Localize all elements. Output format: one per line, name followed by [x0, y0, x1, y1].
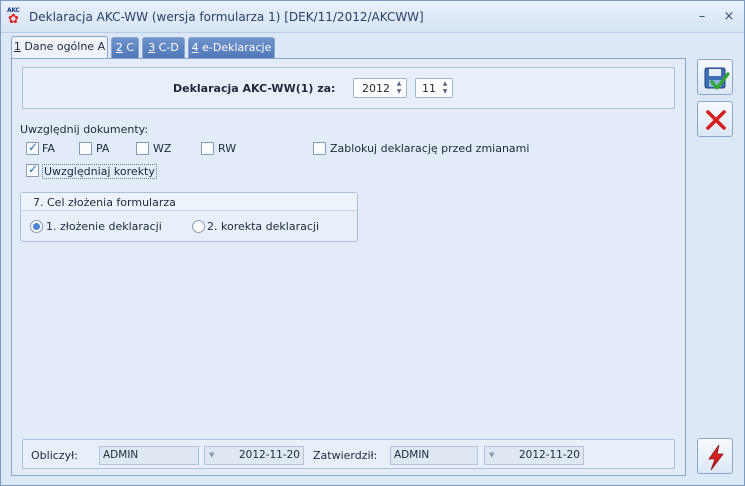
tab-label: Dane ogólne A: [20, 40, 106, 53]
calculated-by-label: Obliczył:: [31, 449, 78, 462]
spin-arrows-icon[interactable]: ▲ ▼: [394, 80, 404, 96]
footer-panel: Obliczył: ADMIN ▼ 2012-11-20 Zatwierdził…: [22, 439, 675, 469]
cancel-icon: [706, 110, 726, 130]
checkbox-wz-label[interactable]: WZ: [153, 142, 171, 155]
title-bar: AKC ✿ Deklaracja AKC-WW (wersja formular…: [1, 1, 744, 33]
checkbox-pa-label[interactable]: PA: [96, 142, 109, 155]
purpose-group-title: 7. Cel złożenia formularza: [33, 196, 176, 209]
checkbox-corrections[interactable]: ✓: [26, 162, 39, 177]
checkbox-rw-label[interactable]: RW: [218, 142, 236, 155]
akc-app-icon: AKC ✿: [6, 7, 24, 27]
calculated-date-value: 2012-11-20: [238, 449, 300, 461]
tab-e-deklaracje[interactable]: 4 e-Deklaracje: [188, 37, 275, 58]
tab-label: C: [122, 41, 135, 54]
check-icon: ✓: [28, 162, 39, 176]
window-title: Deklaracja AKC-WW (wersja formularza 1) …: [29, 10, 424, 24]
month-spinner[interactable]: 11 ▲ ▼: [415, 78, 453, 98]
checkbox-wz[interactable]: [136, 142, 149, 155]
purpose-group: 7. Cel złożenia formularza 1. złożenie d…: [20, 192, 358, 242]
save-button[interactable]: [697, 59, 733, 95]
tab-c[interactable]: 2 C: [111, 37, 139, 58]
year-spinner[interactable]: 2012 ▲ ▼: [353, 78, 407, 98]
approved-by-field: ADMIN: [390, 446, 478, 465]
spin-arrows-icon[interactable]: ▲ ▼: [440, 80, 450, 96]
tab-dane-ogolne-a[interactable]: 1 Dane ogólne A: [11, 36, 108, 59]
check-icon: ✓: [28, 140, 39, 154]
corrections-label[interactable]: Uwzględniaj korekty: [42, 164, 157, 179]
checkbox-fa-label[interactable]: FA: [42, 142, 55, 155]
checkbox-rw[interactable]: [201, 142, 214, 155]
dropdown-arrow-icon: ▼: [209, 451, 215, 459]
checkbox-pa[interactable]: [79, 142, 92, 155]
calculate-button[interactable]: [697, 438, 733, 474]
checkbox-fa[interactable]: ✓: [26, 140, 39, 155]
declaration-period-panel: Deklaracja AKC-WW(1) za: 2012 ▲ ▼ 11 ▲ ▼: [22, 67, 675, 109]
tab-hotkey: 4: [191, 41, 199, 54]
documents-label: Uwzględnij dokumenty:: [20, 123, 149, 136]
close-button[interactable]: ×: [720, 9, 738, 25]
flower-icon: ✿: [8, 12, 19, 27]
tab-label: e-Deklaracje: [198, 41, 272, 54]
approved-by-label: Zatwierdził:: [313, 449, 378, 462]
minimize-button[interactable]: –: [693, 9, 711, 25]
tab-hotkey: 1: [13, 40, 21, 53]
radio-korekta-label[interactable]: 2. korekta deklaracji: [207, 220, 319, 233]
lock-declaration-label[interactable]: Zablokuj deklarację przed zmianami: [330, 142, 529, 155]
purpose-group-header: 7. Cel złożenia formularza: [21, 193, 357, 211]
calculated-date-field: ▼ 2012-11-20: [204, 446, 304, 465]
declaration-period-label: Deklaracja AKC-WW(1) za:: [173, 82, 336, 95]
tab-page-dane-ogolne-a: Deklaracja AKC-WW(1) za: 2012 ▲ ▼ 11 ▲ ▼ U…: [11, 58, 686, 476]
lightning-icon: [708, 444, 724, 471]
cancel-button[interactable]: [697, 101, 733, 137]
radio-zlozenie[interactable]: [30, 220, 43, 233]
tab-label: C-D: [155, 41, 179, 54]
radio-korekta[interactable]: [192, 220, 205, 233]
declaration-window: AKC ✿ Deklaracja AKC-WW (wersja formular…: [0, 0, 745, 486]
year-value: 2012: [362, 82, 390, 95]
tab-c-d[interactable]: 3 C-D: [142, 37, 185, 58]
checkbox-lock-declaration[interactable]: [313, 142, 326, 155]
calculated-by-field: ADMIN: [99, 446, 199, 465]
dropdown-arrow-icon: ▼: [489, 451, 495, 459]
tab-hotkey: 2: [115, 41, 123, 54]
approved-date-value: 2012-11-20: [518, 449, 580, 461]
approved-date-field: ▼ 2012-11-20: [484, 446, 584, 465]
save-icon: [704, 67, 730, 90]
month-value: 11: [422, 82, 436, 95]
radio-zlozenie-label[interactable]: 1. złożenie deklaracji: [46, 220, 162, 233]
